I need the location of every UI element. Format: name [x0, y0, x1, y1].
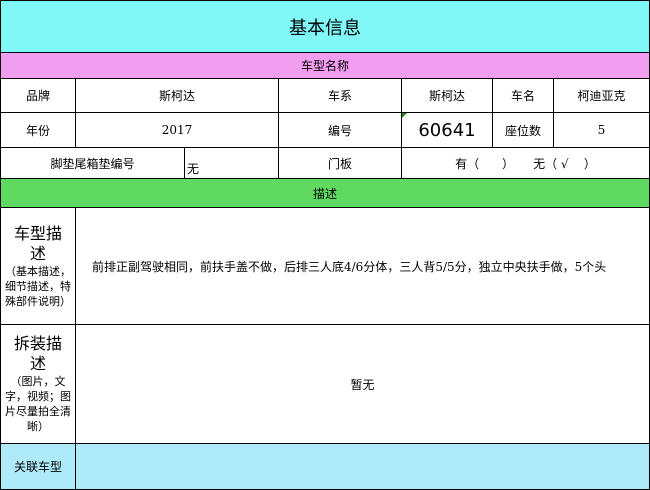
related-models-label: 关联车型 [0, 443, 76, 490]
code-value-text: 60641 [418, 119, 476, 141]
model-desc-label: 车型描述 （基本描述，细节描述，特殊部件说明） [0, 207, 76, 325]
related-models-value[interactable] [75, 443, 650, 490]
year-value[interactable]: 2017 [75, 112, 279, 148]
install-desc-hint: （图片，文字，视频；图片尽量拍全清晰） [5, 375, 71, 433]
door-panel-options-text: 有（ ） 无（ √ ） [455, 156, 596, 171]
name-value[interactable]: 柯迪亚克 [553, 78, 650, 113]
install-desc-content[interactable]: 暂无 [75, 324, 650, 444]
model-desc-content[interactable]: 前排正副驾驶相同，前扶手盖不做，后排三人底4/6分体，三人背5/5分，独立中央扶… [75, 207, 650, 325]
page-title: 基本信息 [0, 0, 650, 53]
install-desc-heading: 拆装描述 [13, 334, 62, 373]
seats-label: 座位数 [492, 112, 554, 148]
door-panel-options[interactable]: 有（ ） 无（ √ ） [401, 147, 650, 179]
name-label: 车名 [492, 78, 554, 113]
seats-value[interactable]: 5 [553, 112, 650, 148]
year-label: 年份 [0, 112, 76, 148]
brand-label: 品牌 [0, 78, 76, 113]
series-value-text: 斯柯达 [428, 89, 465, 103]
door-panel-label: 门板 [278, 147, 402, 179]
comment-marker-icon [402, 113, 407, 118]
brand-value[interactable]: 斯柯达 [75, 78, 279, 113]
series-value[interactable]: 斯柯达 [401, 78, 493, 113]
series-label: 车系 [278, 78, 402, 113]
section-header-description: 描述 [0, 178, 650, 208]
install-desc-text: 暂无 [350, 377, 375, 392]
section-header-car-name: 车型名称 [0, 52, 650, 79]
model-desc-hint: （基本描述，细节描述，特殊部件说明） [5, 264, 71, 308]
info-sheet: 基本信息 车型名称 品牌 斯柯达 车系 斯柯达 车名 柯迪亚克 年份 2017 … [0, 0, 650, 490]
mat-code-value-text: 无 [187, 162, 200, 176]
model-desc-heading: 车型描述 [13, 223, 62, 263]
mat-code-label: 脚垫尾箱垫编号 [0, 147, 185, 179]
mat-code-value[interactable]: 无 [184, 147, 279, 179]
install-desc-label: 拆装描述 （图片，文字，视频；图片尽量拍全清晰） [0, 324, 76, 444]
code-label: 编号 [278, 112, 402, 148]
model-desc-text: 前排正副驾驶相同，前扶手盖不做，后排三人底4/6分体，三人背5/5分，独立中央扶… [92, 259, 607, 274]
code-value[interactable]: 60641 [401, 112, 493, 148]
